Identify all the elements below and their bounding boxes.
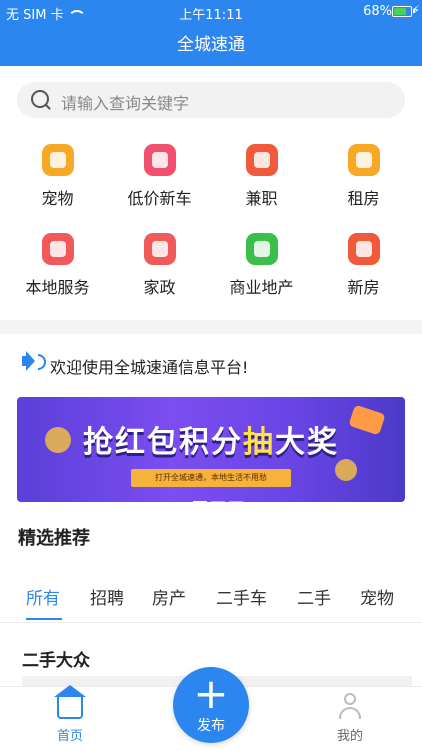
notice-text: 欢迎使用全城速通信息平台!	[50, 358, 249, 377]
user-icon	[337, 693, 363, 719]
tab-me-label: 我的	[336, 729, 363, 744]
plus-icon: +	[193, 669, 229, 718]
publish-button[interactable]: + 发布	[173, 667, 249, 743]
banner-title: 抢红包积分抽大奖	[83, 425, 339, 460]
section-title: 精选推荐	[18, 528, 90, 549]
category-item-new-car[interactable]: 低价新车	[107, 144, 212, 209]
notice-bar[interactable]: 欢迎使用全城速通信息平台!	[0, 348, 422, 382]
building-icon	[245, 233, 278, 265]
active-tab-indicator	[26, 618, 62, 620]
publish-label: 发布	[197, 718, 225, 734]
nav-bar: 全城速通	[0, 24, 422, 66]
tab-me[interactable]: 我的	[310, 693, 390, 744]
location-icon	[41, 233, 74, 265]
speaker-icon	[22, 351, 46, 371]
housekeeping-icon	[143, 233, 176, 265]
search-bar[interactable]: 请输入查询关键字	[17, 82, 405, 118]
tab-second-hand[interactable]: 二手	[297, 584, 331, 609]
home-icon	[54, 685, 86, 719]
category-item-pet[interactable]: 宠物	[5, 144, 110, 209]
carousel-indicator	[193, 489, 247, 502]
clock-icon	[245, 144, 278, 176]
search-input[interactable]: 请输入查询关键字	[61, 90, 189, 114]
pet-icon	[41, 144, 74, 176]
charging-icon: ⚡	[411, 3, 420, 17]
tab-used-car[interactable]: 二手车	[216, 584, 267, 609]
list-item-title[interactable]: 二手大众	[22, 646, 90, 671]
banner-subtitle: 打开全城速通，本地生活不用愁	[131, 469, 291, 487]
house-icon	[347, 144, 380, 176]
category-item-local-service[interactable]: 本地服务	[5, 233, 110, 298]
search-icon	[31, 90, 49, 108]
category-item-part-time[interactable]: 兼职	[209, 144, 314, 209]
tab-property[interactable]: 房产	[152, 584, 186, 609]
category-item-commercial[interactable]: 商业地产	[209, 233, 314, 298]
car-icon	[143, 144, 176, 176]
new-house-icon	[347, 233, 380, 265]
battery-icon	[392, 6, 415, 17]
tab-jobs[interactable]: 招聘	[90, 584, 124, 609]
category-item-housekeeping[interactable]: 家政	[107, 233, 212, 298]
tab-pets[interactable]: 宠物	[360, 584, 394, 609]
status-bar: 无 SIM 卡 上午11:11 68% ⚡	[0, 0, 422, 24]
category-tabs: 所有 招聘 房产 二手车 二手 宠物	[0, 578, 422, 623]
category-item-rent[interactable]: 租房	[311, 144, 416, 209]
page-title: 全城速通	[177, 35, 245, 55]
status-time: 上午11:11	[179, 8, 243, 23]
coin-decoration	[335, 459, 357, 481]
tab-home-label: 首页	[56, 729, 83, 744]
tab-all[interactable]: 所有	[26, 584, 60, 609]
tab-home[interactable]: 首页	[30, 685, 110, 744]
category-item-new-house[interactable]: 新房	[311, 233, 416, 298]
battery-percent: 68%	[363, 4, 392, 19]
promo-banner[interactable]: 抢红包积分抽大奖 打开全城速通，本地生活不用愁	[17, 397, 405, 502]
section-divider	[0, 320, 422, 334]
